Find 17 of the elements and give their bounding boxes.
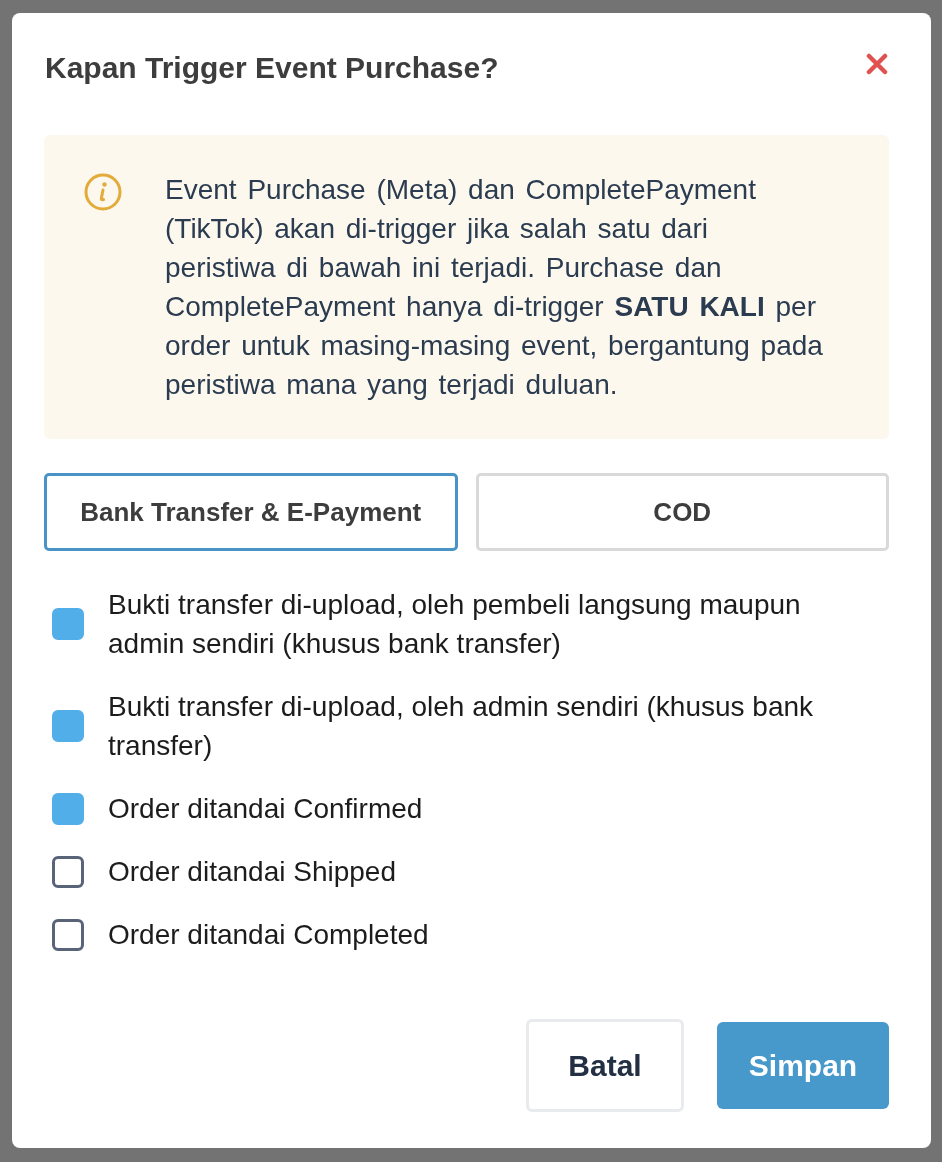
cancel-button[interactable]: Batal (526, 1019, 684, 1112)
checkbox[interactable] (52, 710, 84, 742)
checkbox-label: Order ditandai Completed (108, 918, 430, 952)
checkbox-label: Order ditandai Confirmed (108, 792, 424, 826)
checkbox[interactable] (52, 918, 84, 951)
checkbox-label: Bukti transfer di-upload, oleh admin sendiri (khusus bank transfer) (108, 690, 815, 763)
checkbox-label: Bukti transfer di-upload, oleh pembeli langsung maupun admin sendiri (khusus bank transfer) (108, 588, 802, 661)
checkbox[interactable] (52, 792, 84, 825)
close-icon[interactable] (866, 52, 888, 75)
info-icon (84, 173, 122, 211)
checkbox-label: Order ditandai Shipped (108, 855, 397, 889)
checkbox[interactable] (52, 855, 84, 888)
info-text: Event Purchase (Meta) dan CompletePayment (TikTok) akan di-trigger jika salah satu dari peristiwa di bawah ini terjadi. Purchase dan CompletePayment hanya di-trigger SATU KALI per order untuk masing-masing event, bergantung pada peristiwa mana yang terjadi duluan. (165, 173, 824, 402)
checkbox[interactable] (52, 608, 84, 640)
payment-tab[interactable]: Bank Transfer & E-Payment (44, 473, 458, 551)
dialog-title: Kapan Trigger Event Purchase? (45, 50, 499, 85)
payment-tab[interactable]: COD (475, 473, 889, 551)
